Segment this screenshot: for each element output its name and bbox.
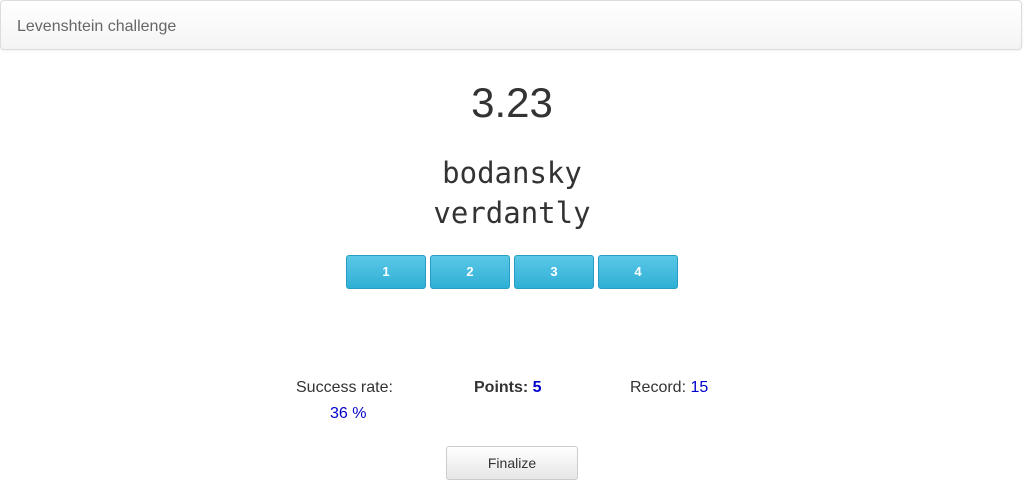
success-rate-label: Success rate: bbox=[296, 379, 393, 396]
timer-display: 3.23 bbox=[471, 79, 553, 126]
first-word: bodansky bbox=[442, 156, 582, 190]
answer-button-1[interactable]: 1 bbox=[346, 255, 426, 289]
finalize-button[interactable]: Finalize bbox=[446, 446, 578, 480]
answer-button-3[interactable]: 3 bbox=[514, 255, 594, 289]
points-stat: Points: 5 bbox=[474, 378, 542, 398]
answer-button-4[interactable]: 4 bbox=[598, 255, 678, 289]
record-stat: Record: 15 bbox=[630, 378, 708, 398]
record-value: 15 bbox=[690, 379, 709, 396]
points-label: Points: bbox=[474, 379, 529, 396]
record-label: Record: bbox=[630, 379, 687, 396]
app-title[interactable]: Levenshtein challenge bbox=[17, 17, 176, 37]
answer-buttons: 1 2 3 4 bbox=[346, 255, 686, 289]
second-word: verdantly bbox=[433, 196, 591, 230]
answer-button-2[interactable]: 2 bbox=[430, 255, 510, 289]
points-value: 5 bbox=[532, 379, 542, 396]
success-rate-value: 36 % bbox=[330, 405, 367, 422]
navbar: Levenshtein challenge bbox=[0, 0, 1022, 50]
